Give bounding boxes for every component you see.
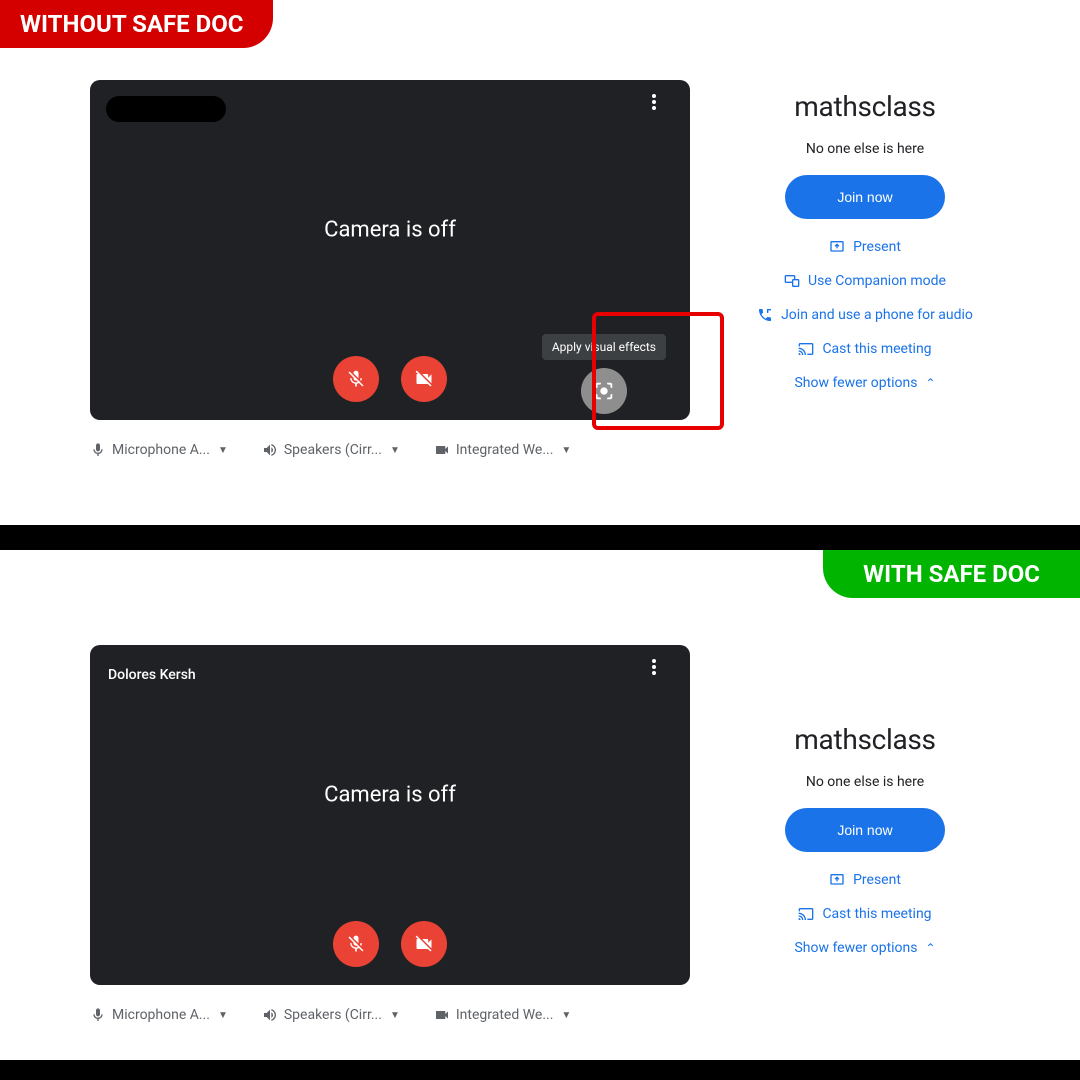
redacted-name (106, 96, 226, 122)
companion-label: Use Companion mode (808, 273, 946, 289)
camera-off-icon (414, 934, 434, 954)
companion-icon (784, 273, 800, 289)
video-preview: Dolores Kersh Camera is off (90, 645, 690, 985)
show-fewer-option[interactable]: Show fewer options ⌃ (794, 375, 935, 391)
bottom-bar (0, 1060, 1080, 1080)
join-options: Present Cast this meeting Show fewer opt… (690, 872, 1040, 956)
present-option[interactable]: Present (829, 239, 901, 255)
meeting-title: mathsclass (690, 90, 1040, 123)
join-panel: mathsclass No one else is here Join now … (690, 645, 1040, 1023)
user-name-label: Dolores Kersh (108, 667, 196, 683)
caret-icon: ▼ (218, 445, 228, 456)
phone-audio-option[interactable]: Join and use a phone for audio (757, 307, 973, 323)
camera-icon (434, 442, 450, 458)
mic-selector[interactable]: Microphone A... ▼ (90, 442, 228, 458)
caret-icon: ▼ (390, 1010, 400, 1021)
join-options: Present Use Companion mode Join and use … (690, 239, 1040, 391)
device-selector-row: Microphone A... ▼ Speakers (Cirr... ▼ Inte… (90, 442, 690, 458)
camera-selector[interactable]: Integrated We... ▼ (434, 1007, 571, 1023)
cast-option[interactable]: Cast this meeting (798, 341, 931, 357)
video-preview-area: Camera is off Apply visual effects M (90, 80, 690, 458)
camera-off-text: Camera is off (324, 783, 456, 808)
mic-icon (90, 442, 106, 458)
phone-icon (757, 307, 773, 323)
speaker-label: Speakers (Cirr... (284, 1007, 382, 1023)
video-controls (333, 356, 447, 402)
join-now-button[interactable]: Join now (785, 808, 944, 852)
more-vert-icon (652, 94, 656, 110)
camera-label: Integrated We... (456, 442, 554, 458)
cast-icon (798, 906, 814, 922)
mute-camera-button[interactable] (401, 921, 447, 967)
caret-icon: ▼ (218, 1010, 228, 1021)
mic-label: Microphone A... (112, 442, 210, 458)
mic-icon (90, 1007, 106, 1023)
mute-mic-button[interactable] (333, 356, 379, 402)
present-label: Present (853, 872, 901, 888)
video-preview-area: Dolores Kersh Camera is off Microphone A… (90, 645, 690, 1023)
cast-icon (798, 341, 814, 357)
camera-off-icon (414, 369, 434, 389)
present-icon (829, 239, 845, 255)
more-options-button[interactable] (652, 659, 676, 675)
phone-label: Join and use a phone for audio (781, 307, 973, 323)
show-fewer-option[interactable]: Show fewer options ⌃ (794, 940, 935, 956)
camera-selector[interactable]: Integrated We... ▼ (434, 442, 571, 458)
present-option[interactable]: Present (829, 872, 901, 888)
camera-label: Integrated We... (456, 1007, 554, 1023)
cast-option[interactable]: Cast this meeting (798, 906, 931, 922)
mute-camera-button[interactable] (401, 356, 447, 402)
present-label: Present (853, 239, 901, 255)
camera-icon (434, 1007, 450, 1023)
show-fewer-label: Show fewer options (794, 940, 917, 956)
mute-mic-button[interactable] (333, 921, 379, 967)
speaker-label: Speakers (Cirr... (284, 442, 382, 458)
mic-off-icon (346, 369, 366, 389)
camera-off-text: Camera is off (324, 218, 456, 243)
caret-icon: ▼ (561, 445, 571, 456)
speaker-icon (262, 442, 278, 458)
caret-icon: ▼ (561, 1010, 571, 1021)
companion-mode-option[interactable]: Use Companion mode (784, 273, 946, 289)
caret-icon: ▼ (390, 445, 400, 456)
panel-with-safe-doc: Dolores Kersh Camera is off Microphone A… (0, 615, 1080, 1023)
mic-label: Microphone A... (112, 1007, 210, 1023)
present-icon (829, 872, 845, 888)
participants-text: No one else is here (690, 774, 1040, 790)
chevron-up-icon: ⌃ (926, 941, 936, 955)
with-safe-doc-tag: WITH SAFE DOC (823, 550, 1080, 598)
video-preview: Camera is off Apply visual effects (90, 80, 690, 420)
device-selector-row: Microphone A... ▼ Speakers (Cirr... ▼ Inte… (90, 1007, 690, 1023)
participants-text: No one else is here (690, 141, 1040, 157)
speaker-selector[interactable]: Speakers (Cirr... ▼ (262, 1007, 400, 1023)
section-divider (0, 525, 1080, 550)
video-controls (333, 921, 447, 967)
cast-label: Cast this meeting (822, 906, 931, 922)
meeting-title: mathsclass (690, 723, 1040, 756)
panel-without-safe-doc: Camera is off Apply visual effects M (0, 50, 1080, 458)
more-options-button[interactable] (652, 94, 676, 110)
without-safe-doc-tag: WITHOUT SAFE DOC (0, 0, 273, 48)
chevron-up-icon: ⌃ (926, 376, 936, 390)
mic-selector[interactable]: Microphone A... ▼ (90, 1007, 228, 1023)
join-now-button[interactable]: Join now (785, 175, 944, 219)
speaker-selector[interactable]: Speakers (Cirr... ▼ (262, 442, 400, 458)
more-vert-icon (652, 659, 656, 675)
mic-off-icon (346, 934, 366, 954)
show-fewer-label: Show fewer options (794, 375, 917, 391)
cast-label: Cast this meeting (822, 341, 931, 357)
join-panel: mathsclass No one else is here Join now … (690, 80, 1040, 458)
highlight-annotation (592, 312, 724, 430)
speaker-icon (262, 1007, 278, 1023)
